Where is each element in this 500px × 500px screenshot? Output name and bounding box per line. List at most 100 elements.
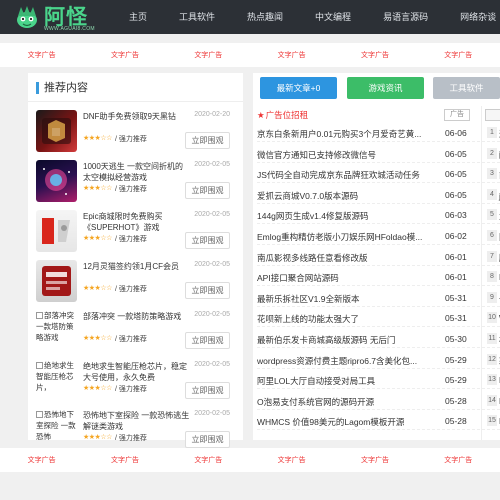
recommend-item-title[interactable]: 恐怖地下室探险 一款恐怖逃生解谜类游戏 [83,410,191,432]
news-title-link[interactable]: 144g网页生成v1.4修复版源码 [257,210,438,222]
rank-number-badge: 7 [487,250,497,262]
broken-thumbnail[interactable]: 恐怖地下室探险 一款恐怖 [36,409,77,451]
news-row[interactable]: 最新乐拆社区V1.9全新版本05-319一键 [257,291,500,307]
recommend-item-title[interactable]: 12月灵猫签约领1月CF会员 [83,261,191,272]
thumbnail-image[interactable] [36,260,77,302]
news-title-link[interactable]: wordpress资源付费主题ripro6.7含美化包... [257,355,438,367]
recommend-item[interactable]: Epic商城限时免费购买《SUPERHOT》游戏 2020-02-05 ★★★☆… [36,210,236,254]
text-ad-link[interactable]: 文字广告 [278,455,306,465]
nav-e-source[interactable]: 易语言源码 [367,0,444,34]
news-row[interactable]: API接口聚合网站源码06-018LOL [257,270,500,287]
ad-space-header[interactable]: ★广告位招租 [257,109,308,121]
text-ad-link[interactable]: 文字广告 [361,455,389,465]
text-ad-link[interactable]: 文字广告 [278,50,306,60]
main-nav: 主页 工具软件 热点趣闻 中文编程 易语言源码 网络杂谈 [112,0,500,34]
rating-stars: ★★★☆☆ [83,285,112,292]
text-ad-link[interactable]: 文字广告 [111,50,139,60]
news-row[interactable]: 阿里LOL大厅自动接受对局工具05-2913Lay [257,373,500,390]
text-ad-link[interactable]: 文字广告 [194,50,222,60]
site-logo[interactable]: 阿怪 WWW.AGUAI8.COM [14,2,106,32]
news-title-link[interactable]: 京东白条新用户0.01元购买3个月爱奇艺黄... [257,128,438,140]
broken-thumbnail[interactable]: 部落冲突 一款塔防策略游戏 [36,310,77,352]
news-row[interactable]: 京东白条新用户0.01元购买3个月爱奇艺黄...06-061远程 [257,126,500,142]
news-row[interactable]: 最新伯乐发卡商城高级版源码 无后门05-3011杜仲 [257,332,500,348]
recommend-item[interactable]: 恐怖地下室探险 一款恐怖 恐怖地下室探险 一款恐怖逃生解谜类游戏 2020-02… [36,409,236,453]
thumbnail-image[interactable] [36,160,77,202]
rating-stars: ★★★☆☆ [83,235,112,242]
text-ad-link[interactable]: 文字广告 [361,50,389,60]
broken-thumbnail[interactable]: 绝地求生智能压枪芯片， [36,360,77,402]
rank-number-badge: 3 [487,168,497,180]
recommend-item-title[interactable]: 部落冲突 一款塔防策略游戏 [83,311,191,322]
recommend-item[interactable]: 部落冲突 一款塔防策略游戏 部落冲突 一款塔防策略游戏 2020-02-05 ★… [36,310,236,354]
news-row[interactable]: wordpress资源付费主题ripro6.7含美化包...05-2912彩名 [257,353,500,369]
rank-number-badge: 1 [487,127,497,138]
recommend-item[interactable]: 1000天逃生 一款空间折机的太空模拟经营游戏 2020-02-05 ★★★☆☆… [36,160,236,204]
thumbnail-image[interactable] [36,210,77,252]
recommend-item-title[interactable]: 绝地求生智能压枪芯片，稳定大号使用，永久免费 [83,361,191,383]
news-title-link[interactable]: JS代码全自动完成京东品牌狂欢城活动任务 [257,169,438,181]
recommend-item[interactable]: 12月灵猫签约领1月CF会员 2020-02-05 ★★★☆☆ / 强力推荐 立… [36,260,236,304]
recommend-item[interactable]: 绝地求生智能压枪芯片， 绝地求生智能压枪芯片，稳定大号使用，永久免费 2020-… [36,360,236,404]
news-date: 06-06 [445,128,467,138]
nav-hot[interactable]: 热点趣闻 [231,0,299,34]
recommend-tag: / 强力推荐 [115,386,147,393]
news-title-link[interactable]: O泡易支付系统官网的源码开源 [257,396,438,408]
tab-game-news[interactable]: 游戏资讯 [347,77,424,99]
nav-misc[interactable]: 网络杂谈 [444,0,500,34]
news-title-link[interactable]: 最新乐拆社区V1.9全新版本 [257,293,438,305]
nav-chinese-programming[interactable]: 中文编程 [299,0,367,34]
thumbnail-image[interactable] [36,110,77,152]
text-ad-link[interactable]: 文字广告 [111,455,139,465]
view-now-button[interactable]: 立即围观 [185,431,230,448]
recommend-item-title[interactable]: Epic商城限时免费购买《SUPERHOT》游戏 [83,211,191,233]
recommend-item-title[interactable]: 1000天逃生 一款空间折机的太空模拟经营游戏 [83,161,191,183]
rank-number-badge: 10 [487,312,497,324]
news-row[interactable]: JS代码全自动完成京东品牌狂欢城活动任务06-053简洁 [257,167,500,184]
news-row[interactable]: 微信官方通知已支持修改微信号06-052酷我 [257,147,500,163]
view-now-button[interactable]: 立即围观 [185,132,230,149]
recommend-tag: / 强力推荐 [115,186,147,193]
text-ad-link[interactable]: 文字广告 [444,455,472,465]
view-now-button[interactable]: 立即围观 [185,182,230,199]
view-now-button[interactable]: 立即围观 [185,282,230,299]
view-now-button[interactable]: 立即围观 [185,232,230,249]
top-ad-row: 文字广告 文字广告 文字广告 文字广告 文字广告 文字广告 [0,43,500,67]
news-row[interactable]: 144g网页生成v1.4修复版源码06-035爱奇 [257,208,500,225]
news-row[interactable]: O泡易支付系统官网的源码开源05-2814Lay [257,394,500,410]
tab-latest-articles[interactable]: 最新文章+0 [260,77,337,99]
news-title-link[interactable]: WHMCS 价值98美元的Lagom模板开源 [257,416,438,428]
text-ad-link[interactable]: 文字广告 [194,455,222,465]
recommend-tag: / 强力推荐 [115,336,147,343]
news-title-link[interactable]: 南瓜影视多线路任意看修改版 [257,252,438,264]
recommend-item[interactable]: DNF助手免费领取9天黑钻 2020-02-20 ★★★☆☆ / 强力推荐 立即… [36,110,236,154]
news-title-link[interactable]: Emlog重构精仿老版小刀娱乐网HFoldao模... [257,231,438,243]
news-row[interactable]: 花呗新上线的功能太强大了05-3110Win [257,311,500,328]
dnf-thumb-icon [42,118,71,144]
news-date: 06-05 [445,169,467,180]
news-row[interactable]: 爱抓云商城V0.7.0版本源码06-054js代 [257,188,500,204]
nav-tools[interactable]: 工具软件 [163,0,231,34]
news-title-link[interactable]: 爱抓云商城V0.7.0版本源码 [257,190,438,202]
nav-home[interactable]: 主页 [112,0,163,34]
news-row[interactable]: Emlog重构精仿老版小刀娱乐网HFoldao模...06-026网络 [257,229,500,245]
news-date: 05-31 [445,313,467,324]
news-title-link[interactable]: 微信官方通知已支持修改微信号 [257,149,438,161]
broken-image-icon [36,411,43,418]
rank-number-badge: 13 [487,374,497,386]
news-row[interactable]: 南瓜影视多线路任意看修改版06-017腾讯 [257,250,500,266]
news-title-link[interactable]: 阿里LOL大厅自动接受对局工具 [257,375,438,387]
news-title-link[interactable]: API接口聚合网站源码 [257,272,438,284]
view-now-button[interactable]: 立即围观 [185,332,230,349]
news-row[interactable]: WHMCS 价值98美元的Lagom模板开源05-2815Lay [257,414,500,431]
text-ad-link[interactable]: 文字广告 [444,50,472,60]
news-title-link[interactable]: 花呗新上线的功能太强大了 [257,313,438,325]
tab-tools[interactable]: 工具软件 [433,77,500,99]
recommend-item-title[interactable]: DNF助手免费领取9天黑钻 [83,111,191,122]
view-now-button[interactable]: 立即围观 [185,382,230,399]
text-ad-link[interactable]: 文字广告 [28,50,56,60]
rating-stars: ★★★☆☆ [83,434,112,441]
news-title-link[interactable]: 最新伯乐发卡商城高级版源码 无后门 [257,334,438,346]
recommend-panel: 推荐内容 DNF助手免费领取9天黑钻 2020-02-20 ★★★☆☆ / 强力… [28,73,243,448]
text-ad-link[interactable]: 文字广告 [28,455,56,465]
